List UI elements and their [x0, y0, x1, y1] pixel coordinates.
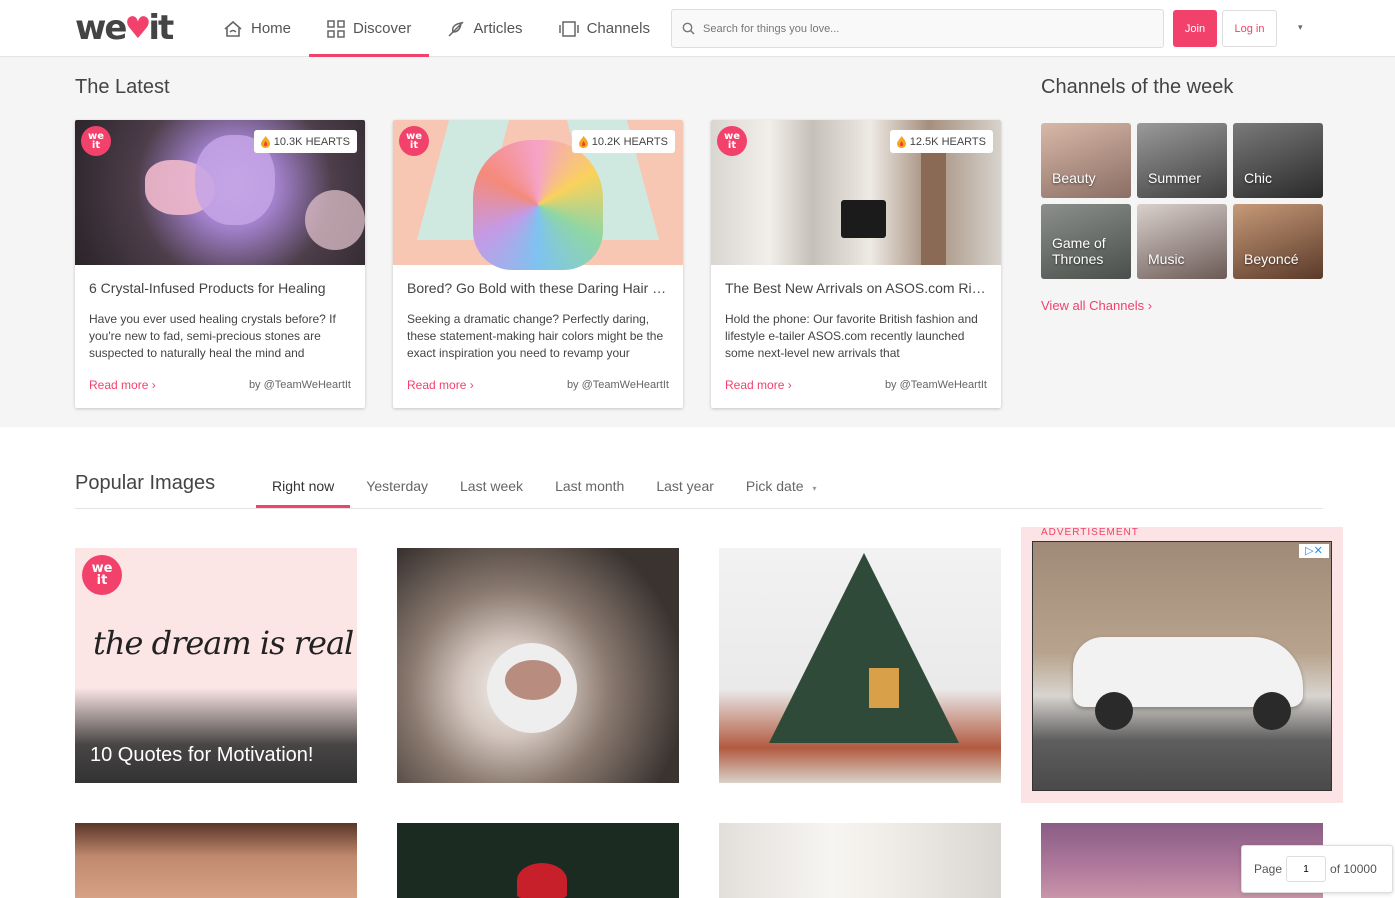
channel-label: Chic: [1244, 170, 1273, 186]
tile-caption: 10 Quotes for Motivation!: [90, 744, 314, 766]
search-input[interactable]: [701, 21, 1141, 36]
hearts-badge: 10.2K HEARTS: [571, 130, 675, 153]
search-bar[interactable]: [671, 9, 1164, 48]
channel-label: Game of Thrones: [1052, 235, 1106, 267]
article-title[interactable]: Bored? Go Bold with these Daring Hair Co…: [407, 280, 669, 296]
weheartit-badge-icon: we it: [81, 126, 111, 156]
tab-last-week[interactable]: Last week: [444, 466, 539, 508]
hearts-count: 10.2K HEARTS: [591, 135, 668, 148]
main-nav: Home Discover Articles Channels: [205, 0, 668, 57]
feather-icon: [448, 20, 464, 37]
article-card[interactable]: we it 10.2K HEARTS Bored? Go Bold with th…: [393, 120, 683, 408]
article-image[interactable]: we it 10.2K HEARTS: [393, 120, 683, 270]
join-button[interactable]: Join: [1173, 10, 1217, 47]
hearts-badge: 12.5K HEARTS: [889, 130, 993, 153]
tab-pick-date-label: Pick date: [745, 478, 804, 494]
image-tile[interactable]: [719, 548, 1001, 783]
heart-icon: ♥: [124, 10, 151, 46]
channel-label: Music: [1148, 251, 1185, 267]
article-title[interactable]: 6 Crystal-Infused Products for Healing: [89, 280, 351, 296]
channel-label: Summer: [1148, 170, 1201, 186]
home-icon: [224, 20, 242, 37]
nav-discover-label: Discover: [353, 20, 412, 37]
nav-articles[interactable]: Articles: [429, 0, 540, 57]
tabs-divider: [75, 508, 1323, 509]
article-card[interactable]: we it 10.3K HEARTS 6 Crystal-Infused Prod…: [75, 120, 365, 408]
channel-beyonce[interactable]: Beyoncé: [1233, 204, 1323, 279]
channel-chic[interactable]: Chic: [1233, 123, 1323, 198]
chevron-down-icon[interactable]: ▾: [1298, 22, 1303, 33]
weheartit-logo[interactable]: we ♥ it: [75, 8, 174, 48]
article-image[interactable]: we it 12.5K HEARTS: [711, 120, 1001, 265]
article-image[interactable]: we it 10.3K HEARTS: [75, 120, 365, 265]
article-author[interactable]: by @TeamWeHeartIt: [567, 379, 669, 391]
weheartit-badge-icon: we it: [399, 126, 429, 156]
grid-icon: [327, 19, 345, 38]
flame-icon: [578, 135, 588, 148]
read-more-link[interactable]: Read more ›: [89, 378, 156, 392]
ad-choices-icon[interactable]: ▷✕: [1299, 544, 1329, 558]
channels-title: Channels of the week: [1041, 76, 1234, 98]
image-tile[interactable]: [397, 548, 679, 783]
search-icon: [682, 22, 695, 35]
channel-label: Beauty: [1052, 170, 1096, 186]
hearts-badge: 10.3K HEARTS: [253, 130, 357, 153]
advertisement: ADVERTISEMENT ▷✕: [1021, 527, 1343, 803]
nav-home-label: Home: [251, 20, 292, 37]
image-tile[interactable]: [397, 823, 679, 898]
ad-label: ADVERTISEMENT: [1041, 527, 1139, 538]
latest-title: The Latest: [75, 76, 170, 98]
article-card[interactable]: we it 12.5K HEARTS The Best New Arrivals …: [711, 120, 1001, 408]
view-all-channels-link[interactable]: View all Channels ›: [1041, 298, 1152, 313]
channel-music[interactable]: Music: [1137, 204, 1227, 279]
article-excerpt: Seeking a dramatic change? Perfectly dar…: [407, 312, 664, 360]
hearts-count: 10.3K HEARTS: [273, 135, 350, 148]
nav-home[interactable]: Home: [205, 0, 309, 57]
channel-label: Beyoncé: [1244, 251, 1299, 267]
read-more-link[interactable]: Read more ›: [407, 378, 474, 392]
flame-icon: [260, 135, 270, 148]
weheartit-badge-icon: we it: [82, 555, 122, 595]
image-tile[interactable]: [75, 823, 357, 898]
image-tile[interactable]: [719, 823, 1001, 898]
nav-channels-label: Channels: [586, 20, 650, 37]
tab-yesterday[interactable]: Yesterday: [350, 466, 444, 508]
tab-last-month[interactable]: Last month: [539, 466, 640, 508]
article-title[interactable]: The Best New Arrivals on ASOS.com Right …: [725, 280, 987, 296]
tab-right-now[interactable]: Right now: [256, 466, 351, 508]
ad-image[interactable]: ▷✕: [1032, 541, 1332, 791]
popular-tabs: Right now Yesterday Last week Last month…: [256, 466, 833, 508]
quote-text: the dream is real: [93, 624, 354, 662]
article-excerpt: Have you ever used healing crystals befo…: [89, 312, 336, 360]
page-total: of 10000: [1330, 862, 1377, 876]
flame-icon: [896, 135, 906, 148]
channels-icon: [558, 20, 579, 37]
tab-pick-date[interactable]: Pick date ▾: [730, 466, 833, 508]
image-tile[interactable]: we it the dream is real 10 Quotes for Mot…: [75, 548, 357, 783]
popular-title: Popular Images: [75, 472, 216, 494]
channel-summer[interactable]: Summer: [1137, 123, 1227, 198]
nav-articles-label: Articles: [473, 20, 523, 37]
nav-channels[interactable]: Channels: [541, 0, 668, 57]
article-author[interactable]: by @TeamWeHeartIt: [885, 379, 987, 391]
weheartit-badge-icon: we it: [717, 126, 747, 156]
read-more-link[interactable]: Read more ›: [725, 378, 792, 392]
top-header: we♥it Home Discover Articles Channels Jo…: [0, 0, 1395, 57]
channel-beauty[interactable]: Beauty: [1041, 123, 1131, 198]
article-author[interactable]: by @TeamWeHeartIt: [249, 379, 351, 391]
chevron-down-icon: ▾: [812, 484, 817, 493]
article-excerpt: Hold the phone: Our favorite British fas…: [725, 312, 978, 360]
page-number-input[interactable]: [1286, 856, 1327, 882]
hearts-count: 12.5K HEARTS: [909, 135, 986, 148]
login-button[interactable]: Log in: [1222, 10, 1277, 47]
page-label: Page: [1254, 862, 1283, 876]
tab-last-year[interactable]: Last year: [640, 466, 730, 508]
channel-game-of-thrones[interactable]: Game of Thrones: [1041, 204, 1131, 279]
nav-discover[interactable]: Discover: [309, 0, 430, 57]
pagination: Page of 10000: [1241, 845, 1393, 893]
